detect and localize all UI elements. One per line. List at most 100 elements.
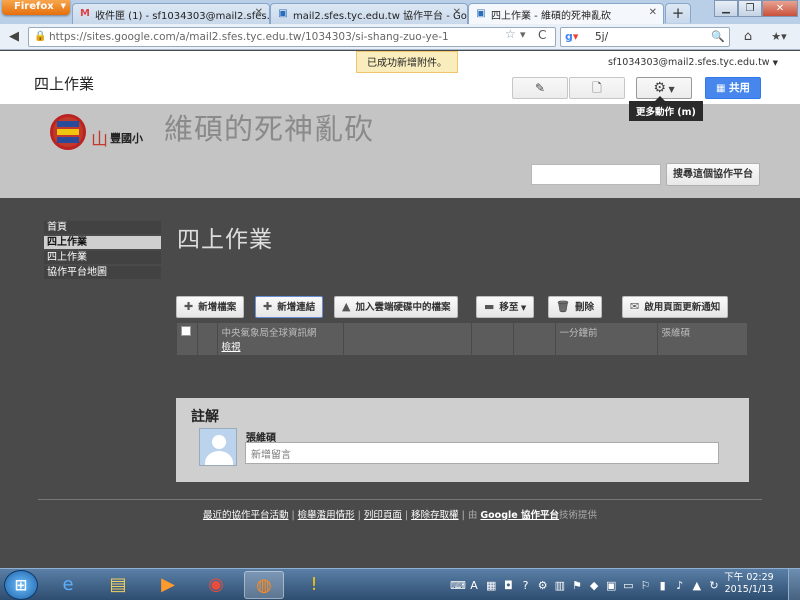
powered-by-suffix: 技術提供 [559,510,598,521]
notify-button[interactable]: ✉ 啟用頁面更新通知 [622,296,729,318]
add-link-button[interactable]: ✚ 新增連結 [255,296,324,318]
firefox-icon[interactable]: ◍ [244,571,284,599]
ime-grid-icon[interactable]: ▦ [485,579,497,592]
ime-mode-icon[interactable]: ◘ [502,579,514,592]
site-search-input[interactable] [531,164,661,185]
window-close-icon[interactable]: ✕ [762,0,798,17]
close-icon[interactable]: ✕ [649,7,657,18]
notify-label: 啟用頁面更新通知 [644,302,721,313]
clock-date: 2015/1/13 [724,584,774,595]
edit-page-button[interactable]: ✎ [512,77,568,99]
sidebar-item-home[interactable]: 首頁 [44,221,161,234]
add-drive-file-button[interactable]: ▲ 加入雲端硬碟中的檔案 [334,296,459,318]
share-button[interactable]: ▦ 共用 [705,77,761,99]
view-link[interactable]: 檢視 [222,339,339,353]
start-button[interactable]: ⊞ [4,570,38,600]
footer: 最近的協作平台活動 | 檢舉濫用情形 | 列印頁面 | 移除存取權 | 由 Google 協作平… [202,510,598,521]
folder-icon: ▬ [484,300,495,313]
tab-current-page[interactable]: ▣ 四上作業 - 維碩的死神亂砍 ✕ [468,3,664,24]
file-table: 中央氣象局全球資訊網 檢視 一分鐘前 張維碩 [177,323,748,355]
file-explorer-icon[interactable]: ▤ [98,571,138,599]
add-file-button[interactable]: ✚ 新增檔案 [176,296,245,318]
app-tray-icon[interactable]: ◆ [588,579,600,592]
internet-explorer-icon[interactable]: e [48,571,88,599]
url-text: https://sites.google.com/a/mail2.sfes.ty… [49,31,449,43]
wifi-icon[interactable]: ▲ [691,579,703,592]
sites-icon: ▣ [278,8,288,19]
minimize-icon[interactable]: ▁ [714,0,738,17]
chevron-down-icon: ▼ [665,85,675,94]
network-tray-icon[interactable]: ▣ [605,579,617,592]
row-checkbox[interactable] [181,326,191,336]
taskbar-clock[interactable]: 下午 02:29 2015/1/13 [724,572,774,596]
new-tab-button[interactable]: + [665,3,691,23]
media-player-icon[interactable]: ▶ [148,571,188,599]
plus-icon: ✚ [263,300,273,313]
help-icon[interactable]: ? [519,579,531,592]
sidebar-item-homework[interactable]: 四上作業 [44,251,161,264]
sync-tray-icon[interactable]: ↻ [708,579,720,592]
browser-search-box[interactable]: g▾ 5j/ 🔍 [560,27,730,47]
bookmarks-menu-icon[interactable]: ★▾ [766,27,792,47]
chevron-down-icon: ▼ [60,2,66,10]
power-tray-icon[interactable]: ▮ [657,579,669,592]
show-desktop-button[interactable] [788,569,800,600]
chart-tray-icon[interactable]: ▥ [554,579,566,592]
tab-sites-home[interactable]: ▣ mail2.sfes.tyc.edu.tw 協作平台 - Go... ✕ [270,3,468,24]
volume-icon[interactable]: ♪ [674,579,686,592]
close-icon[interactable]: ✕ [255,7,263,18]
chrome-icon[interactable]: ◉ [196,571,236,599]
firefox-menu-button[interactable]: Firefox ▼ [2,0,70,15]
file-author: 張維碩 [661,328,691,339]
tab-label: mail2.sfes.tyc.edu.tw 協作平台 - Go... [293,11,468,22]
comment-input[interactable]: 新增留言 [245,442,719,464]
delete-button[interactable]: 🗑 刪除 [548,296,602,318]
display-tray-icon[interactable]: ▭ [622,579,634,592]
school-logo[interactable]: 山 豐國小 [50,114,160,154]
school-logo-mountain: 山 [91,130,108,150]
more-actions-tooltip: 更多動作 (m) [629,96,703,121]
site-name[interactable]: 維碩的死神亂砍 [164,110,394,148]
ime-a-icon[interactable]: A [468,579,480,592]
firefox-menu-label: Firefox [14,1,54,12]
google-sites-link[interactable]: Google 協作平台 [480,510,559,521]
description-cell [343,323,472,355]
window-controls: ▁ ❐ ✕ [714,0,798,18]
flag-tray-icon[interactable]: ⚑ [571,579,583,592]
reload-icon[interactable]: C [538,28,546,42]
settings-tray-icon[interactable]: ⚙ [537,579,549,592]
close-icon[interactable]: ✕ [453,7,461,18]
user-email: sf1034303@mail2.sfes.tyc.edu.tw [607,57,770,68]
language-icon[interactable]: ⌨ [450,579,466,592]
account-menu[interactable]: sf1034303@mail2.sfes.tyc.edu.tw ▼ [608,57,778,68]
search-icon[interactable]: 🔍 [711,30,725,43]
report-abuse-link[interactable]: 檢舉濫用情形 [298,510,355,521]
tab-label: 收件匣 (1) - sf1034303@mail2.sfes.t... [95,11,270,22]
print-page-link[interactable]: 列印頁面 [364,510,402,521]
history-dropdown-icon[interactable]: ▾ [520,28,526,41]
action-center-icon[interactable]: ⚐ [639,579,651,592]
security-shield-icon[interactable]: ! [294,571,334,599]
remove-access-link[interactable]: 移除存取權 [411,510,459,521]
sidebar-item-current[interactable]: 四上作業 [44,236,161,249]
bookmark-star-icon[interactable]: ☆ [505,27,516,41]
share-label: 共用 [729,82,751,94]
modified-time: 一分鐘前 [559,328,598,339]
sites-icon: ▣ [476,8,486,19]
gmail-icon: M [80,8,90,19]
tab-gmail[interactable]: M 收件匣 (1) - sf1034303@mail2.sfes.t... ✕ [72,3,270,24]
site-search-button[interactable]: 搜尋這個協作平台 [666,163,760,186]
powered-by-prefix: 由 [467,510,478,521]
back-arrow-icon[interactable]: ◀ [4,27,24,47]
move-to-button[interactable]: ▬ 移至 ▼ [476,296,535,318]
sidebar-item-sitemap[interactable]: 協作平台地圖 [44,266,161,279]
new-page-button[interactable]: 🗋 [569,77,625,99]
google-search-icon: g▾ [565,30,579,43]
maximize-icon[interactable]: ❐ [738,0,762,17]
home-icon[interactable]: ⌂ [738,27,758,47]
add-link-label: 新增連結 [277,302,316,313]
add-drive-label: 加入雲端硬碟中的檔案 [355,302,451,313]
address-bar[interactable]: 🔒 https://sites.google.com/a/mail2.sfes.… [28,27,556,47]
file-type-cell [197,323,218,355]
recent-activity-link[interactable]: 最近的協作平台活動 [203,510,289,521]
